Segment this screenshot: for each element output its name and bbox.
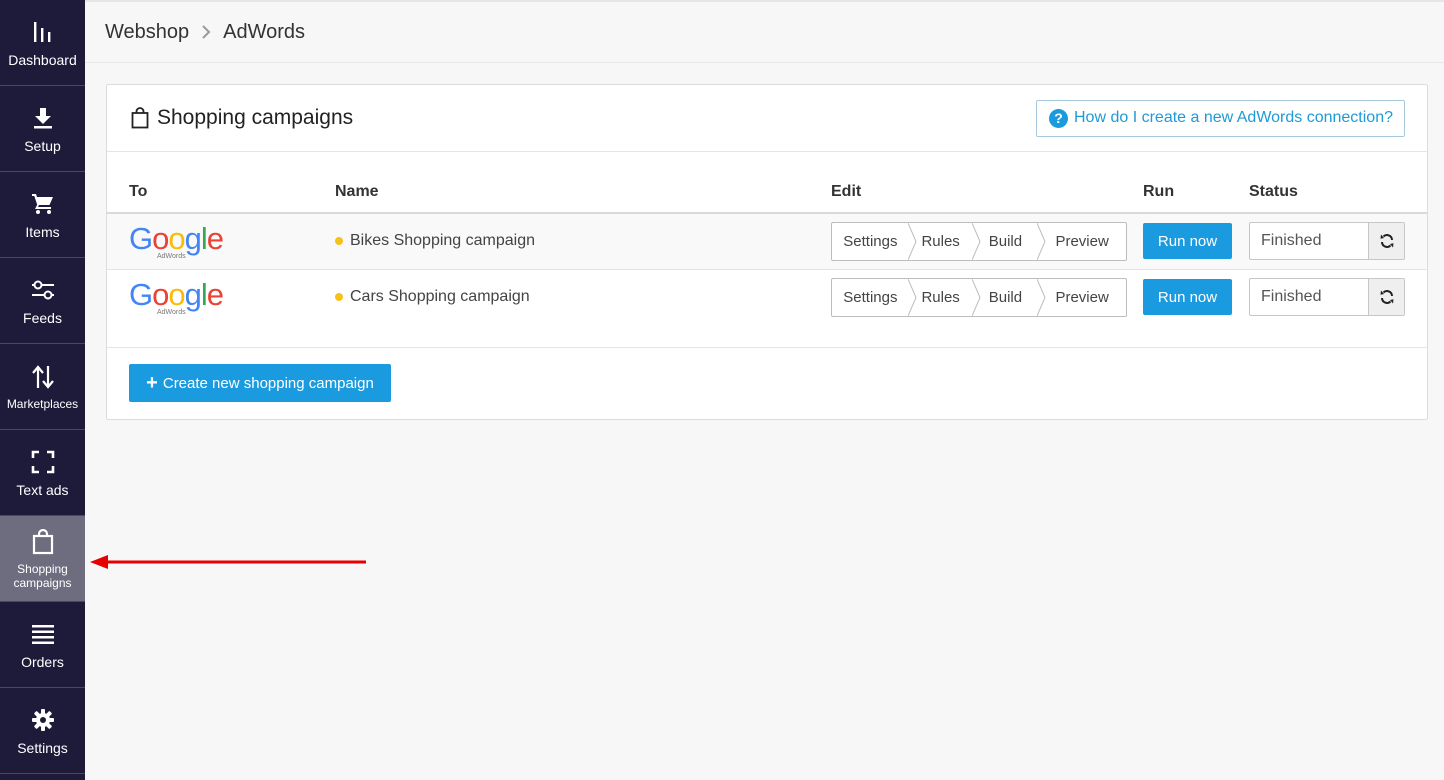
sidebar-item-orders[interactable]: Orders [0, 602, 85, 688]
campaign-name[interactable]: Bikes Shopping campaign [335, 232, 535, 250]
sidebar-item-label: Settings [17, 739, 68, 756]
shopping-bag-icon [131, 107, 149, 129]
breadcrumb-current: AdWords [223, 20, 306, 43]
sidebar-item-marketplaces[interactable]: Marketplaces [0, 344, 85, 430]
breadcrumb: Webshop AdWords [85, 0, 1444, 63]
sidebar-item-items[interactable]: Items [0, 172, 85, 258]
status-field: Finished [1249, 278, 1405, 316]
panel-header: Shopping campaigns ? How do I create a n… [107, 85, 1427, 152]
edit-steps: Settings Rules Build Preview [831, 278, 1127, 317]
column-header-name: Name [335, 183, 379, 200]
step-settings[interactable]: Settings [832, 279, 917, 316]
sidebar-item-label: Marketplaces [6, 396, 79, 411]
shopping-bag-icon [29, 528, 57, 556]
refresh-icon[interactable] [1368, 223, 1404, 259]
sidebar-item-setup[interactable]: Setup [0, 86, 85, 172]
status-field: Finished [1249, 222, 1405, 260]
sidebar-item-shopping-campaigns[interactable]: Shopping campaigns [0, 516, 85, 602]
help-connection-label: How do I create a new AdWords connection… [1074, 109, 1393, 126]
sliders-icon [29, 276, 57, 304]
shopping-campaigns-panel: Shopping campaigns ? How do I create a n… [106, 84, 1428, 420]
step-rules[interactable]: Rules [909, 279, 981, 316]
frame-corners-icon [29, 448, 57, 476]
column-header-status: Status [1249, 183, 1298, 200]
google-adwords-logo: Google AdWords [129, 277, 224, 316]
download-icon [29, 104, 57, 132]
table-header: To Name Edit Run Status [107, 181, 1427, 214]
sidebar-item-settings[interactable]: Settings [0, 688, 85, 774]
column-header-to: To [129, 183, 148, 200]
column-header-edit: Edit [831, 183, 862, 200]
sidebar-item-label: Shopping campaigns [13, 561, 72, 590]
chevron-right-icon [201, 25, 211, 39]
run-now-button[interactable]: Run now [1143, 223, 1232, 259]
cart-icon [29, 190, 57, 218]
status-dot-icon [335, 293, 343, 301]
sidebar: Dashboard Setup Items Feeds Marketplaces… [0, 0, 85, 780]
page-title: Shopping campaigns [131, 106, 353, 130]
edit-steps: Settings Rules Build Preview [831, 222, 1127, 261]
sidebar-item-label: Setup [24, 137, 61, 154]
help-connection-button[interactable]: ? How do I create a new AdWords connecti… [1036, 99, 1405, 137]
step-build[interactable]: Build [973, 223, 1046, 260]
sidebar-item-text-ads[interactable]: Text ads [0, 430, 85, 516]
step-settings[interactable]: Settings [832, 223, 917, 260]
refresh-icon[interactable] [1368, 279, 1404, 315]
list-icon [29, 620, 57, 648]
step-build[interactable]: Build [973, 279, 1046, 316]
status-dot-icon [335, 237, 343, 245]
sort-arrows-icon [29, 363, 57, 391]
divider [107, 347, 1427, 348]
create-shopping-campaign-label: Create new shopping campaign [162, 374, 374, 392]
status-value: Finished [1261, 232, 1322, 249]
step-preview[interactable]: Preview [1038, 279, 1126, 316]
table-row: Google AdWords Bikes Shopping campaign S… [107, 214, 1427, 270]
bar-chart-icon [29, 18, 57, 46]
sidebar-item-label: Dashboard [8, 51, 77, 68]
column-header-run: Run [1143, 183, 1175, 200]
question-icon: ? [1049, 108, 1068, 128]
red-arrow-annotation [90, 555, 366, 569]
sidebar-item-feeds[interactable]: Feeds [0, 258, 85, 344]
plus-icon: + [146, 372, 158, 394]
sidebar-item-label: Orders [21, 653, 64, 670]
gear-icon [29, 706, 57, 734]
table-row: Google AdWords Cars Shopping campaign Se… [107, 270, 1427, 326]
sidebar-item-label: Feeds [23, 309, 62, 326]
breadcrumb-root[interactable]: Webshop [105, 21, 189, 44]
run-now-button[interactable]: Run now [1143, 279, 1232, 315]
campaign-name[interactable]: Cars Shopping campaign [335, 288, 530, 306]
create-shopping-campaign-button[interactable]: + Create new shopping campaign [129, 364, 391, 402]
status-value: Finished [1261, 288, 1322, 305]
sidebar-item-label: Text ads [16, 481, 69, 498]
page-title-text: Shopping campaigns [157, 106, 354, 129]
step-rules[interactable]: Rules [909, 223, 981, 260]
google-adwords-logo: Google AdWords [129, 221, 224, 260]
sidebar-item-label: Items [25, 223, 60, 240]
step-preview[interactable]: Preview [1038, 223, 1126, 260]
sidebar-item-dashboard[interactable]: Dashboard [0, 0, 85, 86]
